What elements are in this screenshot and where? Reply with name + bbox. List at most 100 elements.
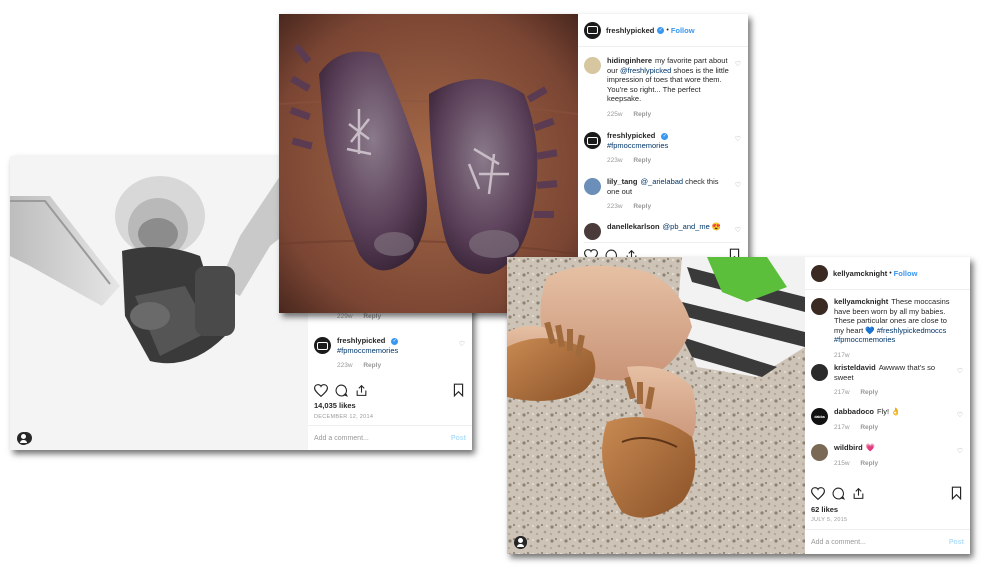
comment-username[interactable]: dabbadoco — [834, 407, 874, 416]
post-header: kellyamcknight • Follow — [805, 257, 970, 290]
post-card-3: kellyamcknight • Follow kellyamcknight Th… — [507, 257, 970, 554]
avatar[interactable] — [584, 178, 601, 195]
follow-button[interactable]: Follow — [894, 269, 918, 278]
comment: lily_tang @_arielabad check this one out … — [578, 177, 748, 212]
bookmark-icon[interactable] — [453, 383, 464, 397]
comment-username[interactable]: hidinginhere — [607, 56, 652, 65]
comment-time: 217w — [834, 389, 850, 396]
post-sidebar-3: kellyamcknight • Follow kellyamcknight Th… — [805, 257, 970, 554]
reply-button[interactable]: Reply — [633, 157, 651, 164]
reply-button[interactable]: Reply — [363, 362, 381, 369]
likes-count[interactable]: 14,035 likes — [314, 401, 356, 410]
avatar[interactable] — [314, 337, 331, 354]
comment: 229w Reply — [308, 312, 472, 322]
mention-link[interactable]: @pb_and_me — [663, 222, 710, 231]
comment-meta: 215w Reply — [834, 459, 887, 469]
comment-meta: 225w Reply — [607, 110, 732, 120]
comment-input[interactable]: Add a comment... — [314, 435, 369, 442]
comment-meta: 223w Reply — [337, 361, 398, 371]
comment-time: 225w — [607, 110, 623, 118]
reply-button[interactable]: Reply — [860, 424, 878, 431]
avatar[interactable] — [811, 298, 828, 315]
avatar[interactable] — [811, 264, 828, 282]
hashtag-link[interactable]: #freshlypickedmoccs — [877, 326, 947, 335]
bookmark-icon[interactable] — [951, 486, 962, 500]
reply-button[interactable]: Reply — [633, 203, 651, 210]
add-comment-bar: Add a comment... Post — [805, 529, 970, 554]
avatar[interactable] — [584, 223, 601, 240]
comment-username[interactable]: kellyamcknight — [834, 297, 888, 306]
comment-meta: 223w Reply — [607, 156, 668, 166]
share-icon[interactable] — [355, 384, 368, 397]
reply-button[interactable]: Reply — [860, 389, 878, 396]
mention-link[interactable]: @freshlypicked — [620, 66, 671, 75]
comment-meta: 217w — [834, 351, 954, 361]
post-button[interactable]: Post — [451, 435, 466, 442]
like-comment-icon[interactable]: ♡ — [735, 181, 741, 189]
comment-input[interactable]: Add a comment... — [811, 539, 866, 546]
avatar[interactable] — [584, 132, 601, 149]
like-comment-icon[interactable]: ♡ — [459, 340, 465, 348]
like-comment-icon[interactable]: ♡ — [957, 411, 963, 419]
comment-time: 215w — [834, 459, 850, 467]
avatar[interactable]: dabba — [811, 408, 828, 425]
comment-username[interactable]: kristeldavid — [834, 363, 876, 372]
likes-count[interactable]: 62 likes — [811, 505, 838, 514]
avatar[interactable] — [584, 21, 601, 39]
like-heart-icon[interactable] — [811, 486, 825, 500]
reply-button[interactable]: Reply — [633, 111, 651, 118]
baby-feet-photo — [507, 257, 805, 554]
comment-meta: 223w Reply — [607, 202, 732, 212]
comment-username[interactable]: freshlypicked — [337, 336, 385, 345]
comment-bubble-icon[interactable] — [335, 384, 348, 397]
comment-meta: 217w Reply — [834, 423, 901, 433]
tagged-user-icon[interactable] — [17, 432, 30, 445]
avatar[interactable] — [811, 444, 828, 461]
comment-username[interactable]: freshlypicked — [607, 131, 655, 140]
post-header: freshlypicked ✓ • Follow — [578, 14, 748, 47]
separator-dot: • — [666, 26, 669, 34]
reply-button[interactable]: Reply — [860, 460, 878, 467]
reply-button[interactable]: Reply — [363, 313, 381, 320]
tagged-user-icon[interactable] — [514, 536, 527, 549]
hashtag-link[interactable]: #fpmoccmemories — [607, 141, 668, 150]
comment-bubble-icon[interactable] — [832, 487, 845, 500]
post-date: DECEMBER 12, 2014 — [314, 414, 374, 420]
comment-time: 217w — [834, 423, 850, 431]
like-comment-icon[interactable]: ♡ — [735, 135, 741, 143]
comment-username[interactable]: lily_tang — [607, 177, 637, 186]
post-date: JULY 5, 2015 — [811, 517, 848, 523]
like-comment-icon[interactable]: ♡ — [957, 447, 963, 455]
baby-photo — [10, 156, 308, 450]
avatar[interactable] — [811, 364, 828, 381]
comment: kellyamcknight These moccasins have been … — [805, 297, 970, 360]
comment-time: 223w — [607, 203, 623, 210]
post-button[interactable]: Post — [949, 539, 964, 546]
hashtag-link[interactable]: #fpmoccmemories — [834, 335, 895, 344]
comment: danellekarlson @pb_and_me 😍 ♡ — [578, 222, 748, 240]
hashtag-link[interactable]: #fpmoccmemories — [337, 346, 398, 355]
follow-button[interactable]: Follow — [671, 26, 695, 35]
like-comment-icon[interactable]: ♡ — [735, 226, 741, 234]
share-icon[interactable] — [852, 487, 865, 500]
post-photo-3[interactable] — [507, 257, 805, 554]
post-username[interactable]: freshlypicked — [606, 26, 654, 35]
comment-username[interactable]: wildbird — [834, 443, 863, 452]
verified-badge-icon: ✓ — [391, 337, 399, 345]
mention-link[interactable]: @_arielabad — [640, 177, 683, 186]
add-comment-bar: Add a comment... Post — [308, 425, 472, 450]
comment: dabba dabbadoco Fly! 👌 217w Reply ♡ — [805, 407, 970, 432]
avatar[interactable] — [584, 57, 601, 74]
separator-dot: • — [889, 269, 892, 277]
comment-meta: 217w Reply — [834, 388, 954, 398]
verified-badge-icon: ✓ — [657, 26, 665, 34]
like-comment-icon[interactable]: ♡ — [735, 60, 741, 68]
comment: kristeldavid Awwww that's so sweet 217w R… — [805, 363, 970, 398]
post-photo-1[interactable] — [10, 156, 308, 450]
like-comment-icon[interactable]: ♡ — [957, 367, 963, 375]
like-heart-icon[interactable] — [314, 383, 328, 397]
comment-username[interactable]: danellekarlson — [607, 222, 660, 231]
comment: wildbird 💗 215w Reply ♡ — [805, 443, 970, 468]
action-bar — [811, 485, 962, 501]
post-username[interactable]: kellyamcknight — [833, 269, 887, 278]
